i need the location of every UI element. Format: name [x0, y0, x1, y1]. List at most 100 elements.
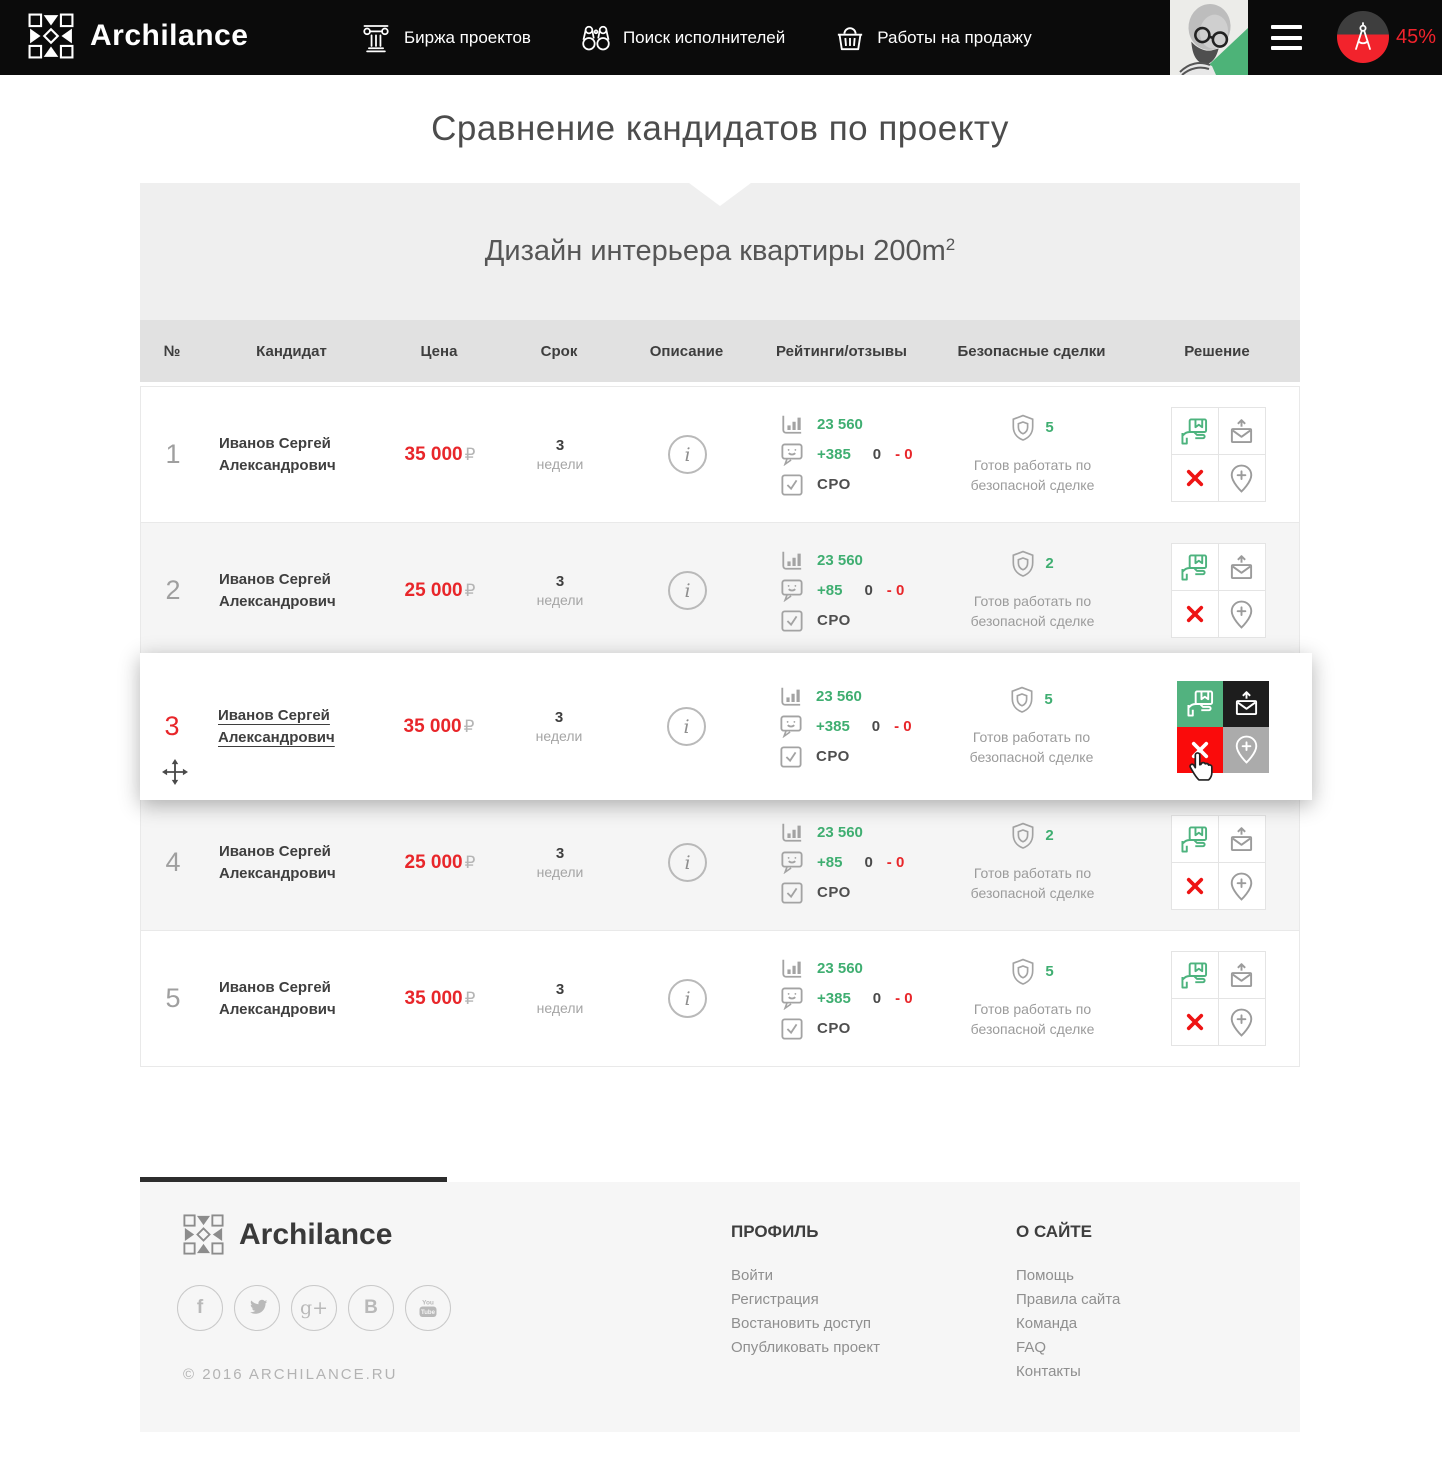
send-message-button[interactable]: [1223, 681, 1269, 727]
term-value: 3: [500, 437, 620, 454]
add-location-button[interactable]: [1219, 999, 1265, 1045]
row-number: 1: [141, 439, 205, 470]
rating-value: 23 560: [817, 824, 863, 841]
candidate-row-1: 1 Иванов Сергей Александрович 35 000₽ 3н…: [140, 386, 1300, 523]
reviews-negative: - 0: [894, 718, 912, 735]
price-value: 35 000: [404, 716, 462, 737]
reviews-negative: - 0: [887, 854, 905, 871]
pin-plus-icon: [1230, 1008, 1253, 1037]
reviews-bubble-icon: [781, 851, 803, 874]
info-icon[interactable]: i: [668, 843, 707, 882]
footer-link-help[interactable]: Помощь: [1016, 1264, 1120, 1288]
info-icon[interactable]: i: [668, 435, 707, 474]
youtube-icon[interactable]: You Tube: [405, 1285, 451, 1331]
footer-link-publish-project[interactable]: Опубликовать проект: [731, 1336, 880, 1360]
envelope-up-icon: [1229, 963, 1254, 988]
candidate-name-link[interactable]: Иванов Сергей Александрович: [218, 707, 335, 746]
pin-plus-icon: [1230, 872, 1253, 901]
candidate-name-link[interactable]: Иванов Сергей Александрович: [219, 843, 336, 882]
user-avatar[interactable]: [1170, 0, 1248, 75]
twitter-icon[interactable]: [234, 1285, 280, 1331]
column-icon: [360, 22, 392, 54]
safe-deals-text: Готов работать по безопасной сделке: [948, 999, 1118, 1040]
drag-move-icon[interactable]: [162, 759, 188, 785]
add-location-button[interactable]: [1219, 591, 1265, 637]
footer-link-restore-access[interactable]: Востановить доступ: [731, 1312, 880, 1336]
profile-progress-value: 45%: [1396, 26, 1436, 49]
reject-candidate-button[interactable]: [1177, 727, 1223, 773]
send-message-button[interactable]: [1219, 952, 1265, 998]
menu-icon[interactable]: [1271, 25, 1302, 50]
info-icon[interactable]: i: [668, 979, 707, 1018]
safe-deals-text: Готов работать по безопасной сделке: [947, 727, 1117, 768]
candidate-name-link[interactable]: Иванов Сергей Александрович: [219, 435, 336, 474]
reject-candidate-button[interactable]: [1172, 999, 1218, 1045]
behance-icon[interactable]: B: [348, 1285, 394, 1331]
nav-find-executors[interactable]: Поиск исполнителей: [581, 23, 785, 53]
safe-deals-count: 5: [1045, 963, 1053, 980]
candidate-name-link[interactable]: Иванов Сергей Александрович: [219, 571, 336, 610]
basket-icon: [835, 24, 865, 52]
footer-link-login[interactable]: Войти: [731, 1264, 880, 1288]
facebook-icon[interactable]: f: [177, 1285, 223, 1331]
google-plus-icon[interactable]: g+: [291, 1285, 337, 1331]
add-location-button[interactable]: [1219, 455, 1265, 501]
row-number: 4: [141, 847, 205, 878]
hand-card-icon: [1180, 554, 1209, 581]
content-column: Сравнение кандидатов по проекту Дизайн и…: [140, 75, 1300, 1432]
bar-chart-icon: [780, 686, 802, 707]
info-icon[interactable]: i: [667, 707, 706, 746]
footer-link-faq[interactable]: FAQ: [1016, 1336, 1120, 1360]
nav-works-for-sale[interactable]: Работы на продажу: [835, 24, 1032, 52]
candidate-row-3-active: 3 Иванов Сергей Александрович 35 000₽ 3н…: [140, 653, 1312, 800]
add-location-button[interactable]: [1219, 863, 1265, 909]
reject-candidate-button[interactable]: [1172, 455, 1218, 501]
col-safe-deals: Безопасные сделки: [929, 343, 1134, 360]
footer-column-profile: ПРОФИЛЬ Войти Регистрация Востановить до…: [731, 1222, 880, 1360]
accept-candidate-button[interactable]: [1172, 544, 1218, 590]
table-header: № Кандидат Цена Срок Описание Рейтинги/о…: [140, 320, 1300, 382]
footer-brand[interactable]: Archilance: [183, 1214, 392, 1255]
col-decision: Решение: [1134, 343, 1300, 360]
info-icon[interactable]: i: [668, 571, 707, 610]
reviews-negative: - 0: [887, 582, 905, 599]
reject-candidate-button[interactable]: [1172, 591, 1218, 637]
checkbox-icon: [781, 1018, 803, 1040]
send-message-button[interactable]: [1219, 408, 1265, 454]
send-message-button[interactable]: [1219, 544, 1265, 590]
profile-progress-badge[interactable]: [1337, 11, 1389, 63]
term-value: 3: [500, 981, 620, 998]
bar-chart-icon: [781, 414, 803, 435]
page-title: Сравнение кандидатов по проекту: [140, 75, 1300, 183]
reject-candidate-button[interactable]: [1172, 863, 1218, 909]
accept-candidate-button[interactable]: [1177, 681, 1223, 727]
safe-deals-count: 5: [1045, 419, 1053, 436]
hand-card-icon: [1186, 690, 1215, 717]
bar-chart-icon: [781, 550, 803, 571]
footer: Archilance f g+ B You Tube © 2016 ARCHIL…: [140, 1182, 1300, 1432]
decision-buttons: [1171, 543, 1266, 638]
accept-candidate-button[interactable]: [1172, 408, 1218, 454]
checkbox-icon: [781, 474, 803, 496]
compass-icon: [1352, 22, 1374, 52]
cert-label: СРО: [817, 476, 851, 493]
footer-link-site-rules[interactable]: Правила сайта: [1016, 1288, 1120, 1312]
footer-link-team[interactable]: Команда: [1016, 1312, 1120, 1336]
send-message-button[interactable]: [1219, 816, 1265, 862]
add-location-button[interactable]: [1223, 727, 1269, 773]
brand-logo[interactable]: Archilance: [28, 13, 248, 59]
cert-label: СРО: [817, 884, 851, 901]
accept-candidate-button[interactable]: [1172, 816, 1218, 862]
safe-deals-text: Готов работать по безопасной сделке: [948, 863, 1118, 904]
pin-plus-icon: [1235, 735, 1258, 764]
footer-link-register[interactable]: Регистрация: [731, 1288, 880, 1312]
shield-icon: [1011, 414, 1035, 442]
nav-projects-exchange[interactable]: Биржа проектов: [360, 22, 531, 54]
project-name-sup: 2: [946, 235, 955, 254]
reviews-positive: +385: [816, 718, 850, 735]
currency-ruble: ₽: [465, 581, 476, 600]
checkbox-icon: [780, 746, 802, 768]
candidate-name-link[interactable]: Иванов Сергей Александрович: [219, 979, 336, 1018]
footer-link-contacts[interactable]: Контакты: [1016, 1360, 1120, 1384]
accept-candidate-button[interactable]: [1172, 952, 1218, 998]
